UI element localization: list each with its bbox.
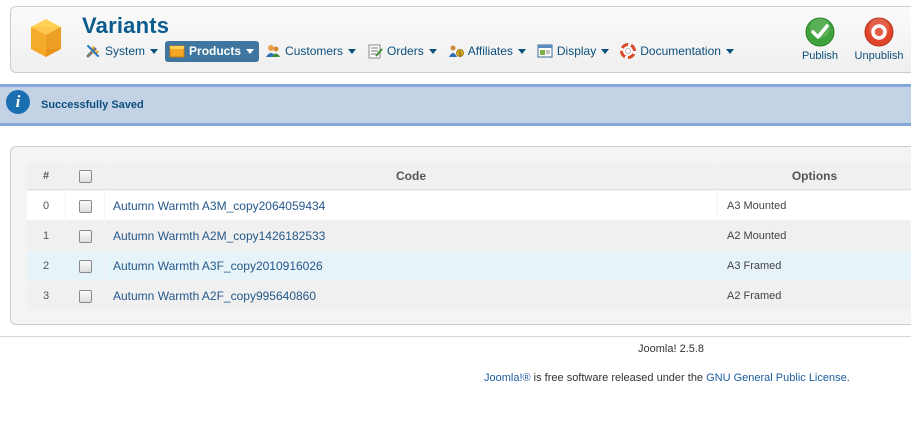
box-icon xyxy=(169,45,185,58)
menu-system[interactable]: System xyxy=(81,41,163,62)
unpublish-button[interactable]: Unpublish xyxy=(854,17,904,62)
menu-display[interactable]: Display xyxy=(533,41,614,62)
unpublish-label: Unpublish xyxy=(854,50,904,62)
menu-affiliates-label: Affiliates xyxy=(467,44,513,58)
variants-panel: # Code Options 0 Autumn Warmth A3M_copy2… xyxy=(10,146,911,325)
row-checkbox-cell xyxy=(66,191,104,220)
chevron-down-icon xyxy=(150,48,159,54)
chevron-down-icon xyxy=(725,48,734,54)
row-checkbox-cell xyxy=(66,281,104,310)
header-options[interactable]: Options xyxy=(718,163,911,190)
version-text: Joomla! 2.5.8 xyxy=(638,343,705,355)
row-checkbox[interactable] xyxy=(78,199,92,213)
footer-divider xyxy=(0,336,911,337)
display-icon xyxy=(537,44,553,58)
table-row: 2 Autumn Warmth A3F_copy2010916026 A3 Fr… xyxy=(27,251,911,280)
svg-text:$: $ xyxy=(458,51,462,58)
menu-orders[interactable]: Orders xyxy=(363,41,442,62)
menu-customers-label: Customers xyxy=(285,44,344,58)
message-text: Successfully Saved xyxy=(41,99,144,111)
system-message: i Successfully Saved xyxy=(0,84,911,126)
variants-table: # Code Options 0 Autumn Warmth A3M_copy2… xyxy=(26,162,911,311)
menu-affiliates[interactable]: $ Affiliates xyxy=(444,41,531,62)
row-checkbox[interactable] xyxy=(78,229,92,243)
checkmark-icon xyxy=(805,17,835,47)
order-icon xyxy=(368,44,383,59)
license-text: Joomla!® is free software released under… xyxy=(0,372,911,384)
header-code[interactable]: Code xyxy=(105,163,717,190)
row-num: 1 xyxy=(27,221,65,250)
affiliate-icon: $ xyxy=(448,45,464,58)
info-icon: i xyxy=(6,90,30,114)
row-num: 0 xyxy=(27,191,65,220)
row-checkbox[interactable] xyxy=(78,289,92,303)
chevron-down-icon xyxy=(428,48,437,54)
variant-code-link[interactable]: Autumn Warmth A3F_copy2010916026 xyxy=(105,251,717,280)
lifebuoy-icon xyxy=(620,43,637,59)
variant-code-link[interactable]: Autumn Warmth A3M_copy2064059434 xyxy=(105,191,717,220)
row-num: 2 xyxy=(27,251,65,280)
row-checkbox-cell xyxy=(66,251,104,280)
header-num: # xyxy=(27,163,65,190)
license-end-text: . xyxy=(846,372,850,384)
chevron-down-icon xyxy=(246,48,255,54)
chevron-down-icon xyxy=(348,48,357,54)
menu-products-label: Products xyxy=(189,44,242,58)
menu-products[interactable]: Products xyxy=(165,40,260,62)
users-icon xyxy=(266,45,281,57)
license-middle-text: is free software released under the xyxy=(530,372,707,384)
publish-button[interactable]: Publish xyxy=(795,17,845,62)
menu-documentation-label: Documentation xyxy=(640,44,721,58)
variant-options: A3 Framed xyxy=(718,251,911,280)
chevron-down-icon xyxy=(517,48,526,54)
menu-orders-label: Orders xyxy=(387,44,424,58)
joomla-link[interactable]: Joomla!® xyxy=(484,372,531,384)
chevron-down-icon xyxy=(601,48,610,54)
variant-options: A3 Mounted xyxy=(718,191,911,220)
header-checkbox-cell xyxy=(66,163,104,190)
menu-system-label: System xyxy=(105,44,146,58)
box-icon xyxy=(31,19,61,57)
variant-code-link[interactable]: Autumn Warmth A2M_copy1426182533 xyxy=(105,221,717,250)
tools-icon xyxy=(86,45,99,58)
row-checkbox[interactable] xyxy=(78,259,92,273)
row-checkbox-cell xyxy=(66,221,104,250)
table-row: 3 Autumn Warmth A2F_copy995640860 A2 Fra… xyxy=(27,281,911,310)
page-title: Variants xyxy=(82,13,170,38)
variant-options: A2 Mounted xyxy=(718,221,911,250)
main-menu: System Products Customers Orders $ Affil… xyxy=(81,40,741,62)
select-all-checkbox[interactable] xyxy=(78,170,92,184)
table-row: 0 Autumn Warmth A3M_copy2064059434 A3 Mo… xyxy=(27,191,911,220)
variant-options: A2 Framed xyxy=(718,281,911,310)
gpl-link[interactable]: GNU General Public License xyxy=(706,372,847,384)
table-header-row: # Code Options xyxy=(27,163,911,190)
row-num: 3 xyxy=(27,281,65,310)
stop-icon xyxy=(864,17,894,47)
menu-customers[interactable]: Customers xyxy=(261,41,361,62)
table-row: 1 Autumn Warmth A2M_copy1426182533 A2 Mo… xyxy=(27,221,911,250)
menu-documentation[interactable]: Documentation xyxy=(616,41,739,62)
header-toolbar: Variants System Products Customers Order… xyxy=(10,6,911,73)
menu-display-label: Display xyxy=(556,44,597,58)
publish-label: Publish xyxy=(801,50,839,62)
variant-code-link[interactable]: Autumn Warmth A2F_copy995640860 xyxy=(105,281,717,310)
